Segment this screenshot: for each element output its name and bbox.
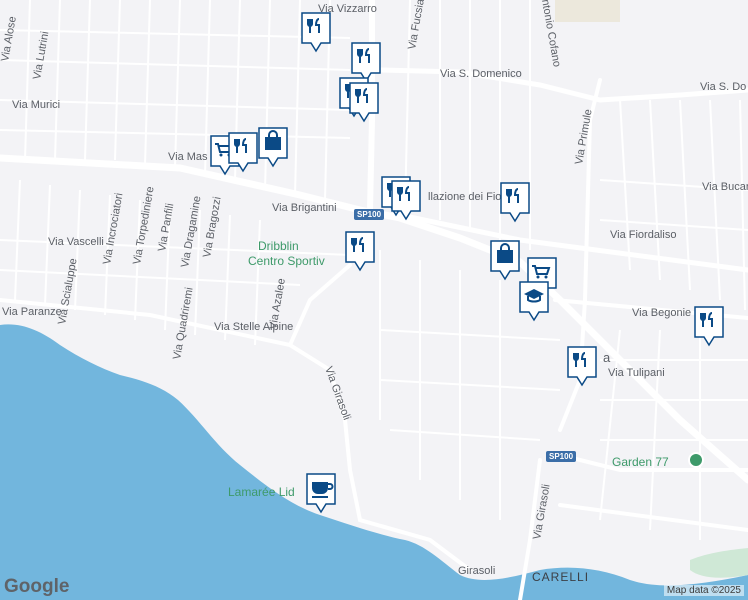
cafe-pin[interactable] [304, 471, 338, 515]
street-label: Via Incrociatori [101, 192, 125, 266]
street-label: Via S. Do [700, 81, 746, 93]
place-label: Centro Sportiv [248, 254, 325, 268]
school-pin[interactable] [517, 279, 551, 323]
street-label: Via Fiordaliso [610, 229, 676, 241]
sand-area [555, 0, 620, 22]
restaurant-pin[interactable] [343, 229, 377, 273]
restaurant-pin[interactable] [498, 180, 532, 224]
street-label: Via Murici [12, 99, 60, 111]
park-icon[interactable] [688, 452, 704, 468]
restaurant-pin[interactable] [389, 178, 423, 222]
restaurant-pin[interactable] [299, 10, 333, 54]
street-label: Via S. Domenico [440, 68, 522, 80]
area-label: CARELLI [532, 570, 589, 584]
place-label: Lamarée Lid [228, 485, 295, 499]
street-label: Via Bucar [702, 181, 748, 193]
restaurant-pin[interactable] [565, 344, 599, 388]
street-label: Via Stelle Alpine [214, 321, 293, 333]
street-label: Via Begonie [632, 307, 691, 319]
street-label: Via Girasoli [322, 365, 352, 422]
place-label: a [603, 350, 611, 365]
map-attribution[interactable]: Map data ©2025 [663, 585, 744, 596]
restaurant-pin[interactable] [347, 80, 381, 124]
street-label: Via Mas [168, 151, 208, 163]
street-label: Via Torpediniere [131, 186, 157, 266]
street-label: Via Lutrini [31, 30, 51, 80]
street-label: Via Vascelli [48, 236, 104, 248]
shopping-pin[interactable] [256, 125, 290, 169]
restaurant-pin[interactable] [226, 130, 260, 174]
place-label: Dribblin [258, 239, 299, 253]
restaurant-pin[interactable] [692, 304, 726, 348]
place-label: Garden 77 [612, 455, 669, 469]
street-label: llazione dei Fio [428, 191, 501, 203]
street-label: Via Panfili [156, 202, 176, 252]
park-area [690, 548, 748, 578]
street-label: Girasoli [458, 565, 495, 577]
street-label: Via Tulipani [608, 367, 665, 379]
shopping-pin[interactable] [488, 238, 522, 282]
street-label: Via Alose [0, 15, 19, 62]
google-logo[interactable]: Google [4, 576, 69, 598]
road-shield: SP100 [546, 451, 577, 462]
street-label: Via Brigantini [272, 202, 337, 214]
street-label: Via Paranze [2, 306, 62, 318]
